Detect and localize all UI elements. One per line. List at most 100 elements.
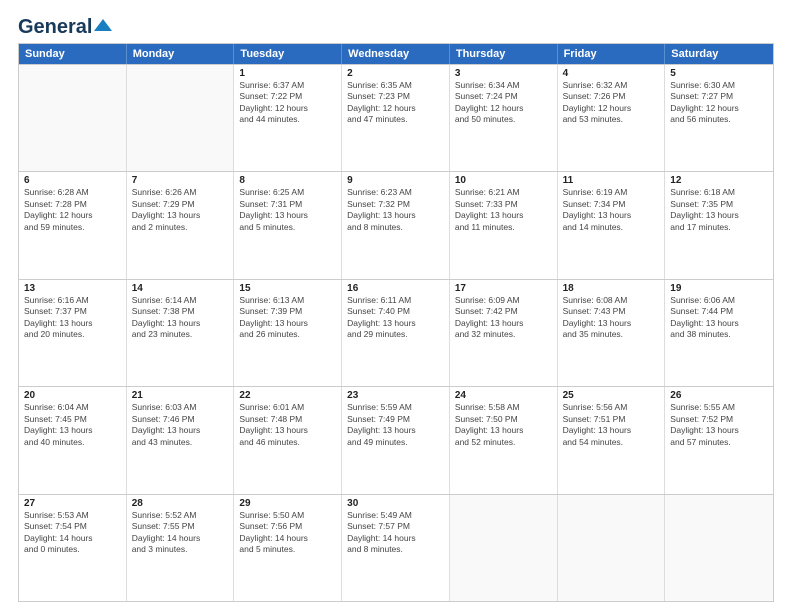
calendar-cell: 12Sunrise: 6:18 AMSunset: 7:35 PMDayligh… <box>665 172 773 278</box>
calendar-cell: 28Sunrise: 5:52 AMSunset: 7:55 PMDayligh… <box>127 495 235 601</box>
cell-info: Sunrise: 6:04 AMSunset: 7:45 PMDaylight:… <box>24 402 121 448</box>
cell-day-number: 23 <box>347 390 444 401</box>
cell-info: Sunrise: 6:25 AMSunset: 7:31 PMDaylight:… <box>239 187 336 233</box>
header: General <box>18 16 774 35</box>
cell-info: Sunrise: 6:06 AMSunset: 7:44 PMDaylight:… <box>670 295 768 341</box>
logo-general: General <box>18 16 92 39</box>
calendar-cell: 23Sunrise: 5:59 AMSunset: 7:49 PMDayligh… <box>342 387 450 493</box>
cell-info: Sunrise: 6:28 AMSunset: 7:28 PMDaylight:… <box>24 187 121 233</box>
cell-day-number: 20 <box>24 390 121 401</box>
calendar-cell: 29Sunrise: 5:50 AMSunset: 7:56 PMDayligh… <box>234 495 342 601</box>
calendar-cell: 2Sunrise: 6:35 AMSunset: 7:23 PMDaylight… <box>342 65 450 171</box>
cell-info: Sunrise: 6:01 AMSunset: 7:48 PMDaylight:… <box>239 402 336 448</box>
calendar-cell: 11Sunrise: 6:19 AMSunset: 7:34 PMDayligh… <box>558 172 666 278</box>
calendar-cell: 19Sunrise: 6:06 AMSunset: 7:44 PMDayligh… <box>665 280 773 386</box>
cell-info: Sunrise: 6:23 AMSunset: 7:32 PMDaylight:… <box>347 187 444 233</box>
cell-day-number: 1 <box>239 68 336 79</box>
cell-info: Sunrise: 6:09 AMSunset: 7:42 PMDaylight:… <box>455 295 552 341</box>
cell-day-number: 27 <box>24 498 121 509</box>
cell-day-number: 28 <box>132 498 229 509</box>
cell-info: Sunrise: 6:32 AMSunset: 7:26 PMDaylight:… <box>563 80 660 126</box>
cell-day-number: 16 <box>347 283 444 294</box>
cell-info: Sunrise: 6:35 AMSunset: 7:23 PMDaylight:… <box>347 80 444 126</box>
cell-day-number: 6 <box>24 175 121 186</box>
calendar-body: 1Sunrise: 6:37 AMSunset: 7:22 PMDaylight… <box>19 64 773 601</box>
calendar-cell <box>450 495 558 601</box>
calendar-cell: 15Sunrise: 6:13 AMSunset: 7:39 PMDayligh… <box>234 280 342 386</box>
cell-info: Sunrise: 6:21 AMSunset: 7:33 PMDaylight:… <box>455 187 552 233</box>
calendar-cell: 10Sunrise: 6:21 AMSunset: 7:33 PMDayligh… <box>450 172 558 278</box>
cell-day-number: 15 <box>239 283 336 294</box>
calendar-header: SundayMondayTuesdayWednesdayThursdayFrid… <box>19 44 773 64</box>
calendar-cell: 3Sunrise: 6:34 AMSunset: 7:24 PMDaylight… <box>450 65 558 171</box>
cell-day-number: 12 <box>670 175 768 186</box>
header-day-monday: Monday <box>127 44 235 64</box>
cell-day-number: 5 <box>670 68 768 79</box>
cell-day-number: 10 <box>455 175 552 186</box>
cell-day-number: 13 <box>24 283 121 294</box>
calendar-cell: 22Sunrise: 6:01 AMSunset: 7:48 PMDayligh… <box>234 387 342 493</box>
cell-info: Sunrise: 5:53 AMSunset: 7:54 PMDaylight:… <box>24 510 121 556</box>
page: General SundayMondayTuesdayWednesdayThur… <box>0 0 792 612</box>
cell-info: Sunrise: 5:49 AMSunset: 7:57 PMDaylight:… <box>347 510 444 556</box>
calendar-row-0: 1Sunrise: 6:37 AMSunset: 7:22 PMDaylight… <box>19 64 773 171</box>
cell-info: Sunrise: 5:50 AMSunset: 7:56 PMDaylight:… <box>239 510 336 556</box>
cell-info: Sunrise: 6:19 AMSunset: 7:34 PMDaylight:… <box>563 187 660 233</box>
cell-info: Sunrise: 6:34 AMSunset: 7:24 PMDaylight:… <box>455 80 552 126</box>
calendar-cell: 6Sunrise: 6:28 AMSunset: 7:28 PMDaylight… <box>19 172 127 278</box>
cell-info: Sunrise: 5:59 AMSunset: 7:49 PMDaylight:… <box>347 402 444 448</box>
cell-day-number: 25 <box>563 390 660 401</box>
cell-info: Sunrise: 6:13 AMSunset: 7:39 PMDaylight:… <box>239 295 336 341</box>
logo: General <box>18 16 112 35</box>
cell-info: Sunrise: 6:11 AMSunset: 7:40 PMDaylight:… <box>347 295 444 341</box>
cell-day-number: 26 <box>670 390 768 401</box>
logo-icon <box>94 17 112 35</box>
calendar-cell: 30Sunrise: 5:49 AMSunset: 7:57 PMDayligh… <box>342 495 450 601</box>
calendar-cell: 26Sunrise: 5:55 AMSunset: 7:52 PMDayligh… <box>665 387 773 493</box>
header-day-saturday: Saturday <box>665 44 773 64</box>
cell-day-number: 11 <box>563 175 660 186</box>
cell-day-number: 9 <box>347 175 444 186</box>
cell-day-number: 19 <box>670 283 768 294</box>
calendar-cell <box>558 495 666 601</box>
calendar-cell: 14Sunrise: 6:14 AMSunset: 7:38 PMDayligh… <box>127 280 235 386</box>
cell-day-number: 29 <box>239 498 336 509</box>
header-day-tuesday: Tuesday <box>234 44 342 64</box>
cell-day-number: 8 <box>239 175 336 186</box>
calendar-row-2: 13Sunrise: 6:16 AMSunset: 7:37 PMDayligh… <box>19 279 773 386</box>
cell-info: Sunrise: 6:26 AMSunset: 7:29 PMDaylight:… <box>132 187 229 233</box>
cell-day-number: 18 <box>563 283 660 294</box>
cell-day-number: 7 <box>132 175 229 186</box>
cell-day-number: 17 <box>455 283 552 294</box>
calendar-cell: 16Sunrise: 6:11 AMSunset: 7:40 PMDayligh… <box>342 280 450 386</box>
calendar-cell: 7Sunrise: 6:26 AMSunset: 7:29 PMDaylight… <box>127 172 235 278</box>
cell-info: Sunrise: 6:37 AMSunset: 7:22 PMDaylight:… <box>239 80 336 126</box>
header-day-thursday: Thursday <box>450 44 558 64</box>
calendar-cell: 18Sunrise: 6:08 AMSunset: 7:43 PMDayligh… <box>558 280 666 386</box>
cell-info: Sunrise: 6:30 AMSunset: 7:27 PMDaylight:… <box>670 80 768 126</box>
cell-info: Sunrise: 5:58 AMSunset: 7:50 PMDaylight:… <box>455 402 552 448</box>
calendar-cell: 5Sunrise: 6:30 AMSunset: 7:27 PMDaylight… <box>665 65 773 171</box>
calendar-row-1: 6Sunrise: 6:28 AMSunset: 7:28 PMDaylight… <box>19 171 773 278</box>
cell-info: Sunrise: 6:16 AMSunset: 7:37 PMDaylight:… <box>24 295 121 341</box>
cell-day-number: 30 <box>347 498 444 509</box>
calendar-cell: 1Sunrise: 6:37 AMSunset: 7:22 PMDaylight… <box>234 65 342 171</box>
cell-info: Sunrise: 6:14 AMSunset: 7:38 PMDaylight:… <box>132 295 229 341</box>
cell-info: Sunrise: 5:55 AMSunset: 7:52 PMDaylight:… <box>670 402 768 448</box>
cell-info: Sunrise: 6:18 AMSunset: 7:35 PMDaylight:… <box>670 187 768 233</box>
cell-day-number: 14 <box>132 283 229 294</box>
calendar-row-4: 27Sunrise: 5:53 AMSunset: 7:54 PMDayligh… <box>19 494 773 601</box>
calendar-cell: 24Sunrise: 5:58 AMSunset: 7:50 PMDayligh… <box>450 387 558 493</box>
cell-day-number: 22 <box>239 390 336 401</box>
calendar-cell: 17Sunrise: 6:09 AMSunset: 7:42 PMDayligh… <box>450 280 558 386</box>
cell-info: Sunrise: 5:56 AMSunset: 7:51 PMDaylight:… <box>563 402 660 448</box>
header-day-sunday: Sunday <box>19 44 127 64</box>
calendar-cell: 8Sunrise: 6:25 AMSunset: 7:31 PMDaylight… <box>234 172 342 278</box>
cell-day-number: 21 <box>132 390 229 401</box>
cell-info: Sunrise: 6:03 AMSunset: 7:46 PMDaylight:… <box>132 402 229 448</box>
calendar-cell: 9Sunrise: 6:23 AMSunset: 7:32 PMDaylight… <box>342 172 450 278</box>
calendar-cell: 4Sunrise: 6:32 AMSunset: 7:26 PMDaylight… <box>558 65 666 171</box>
calendar-cell <box>665 495 773 601</box>
calendar-cell: 20Sunrise: 6:04 AMSunset: 7:45 PMDayligh… <box>19 387 127 493</box>
header-day-friday: Friday <box>558 44 666 64</box>
